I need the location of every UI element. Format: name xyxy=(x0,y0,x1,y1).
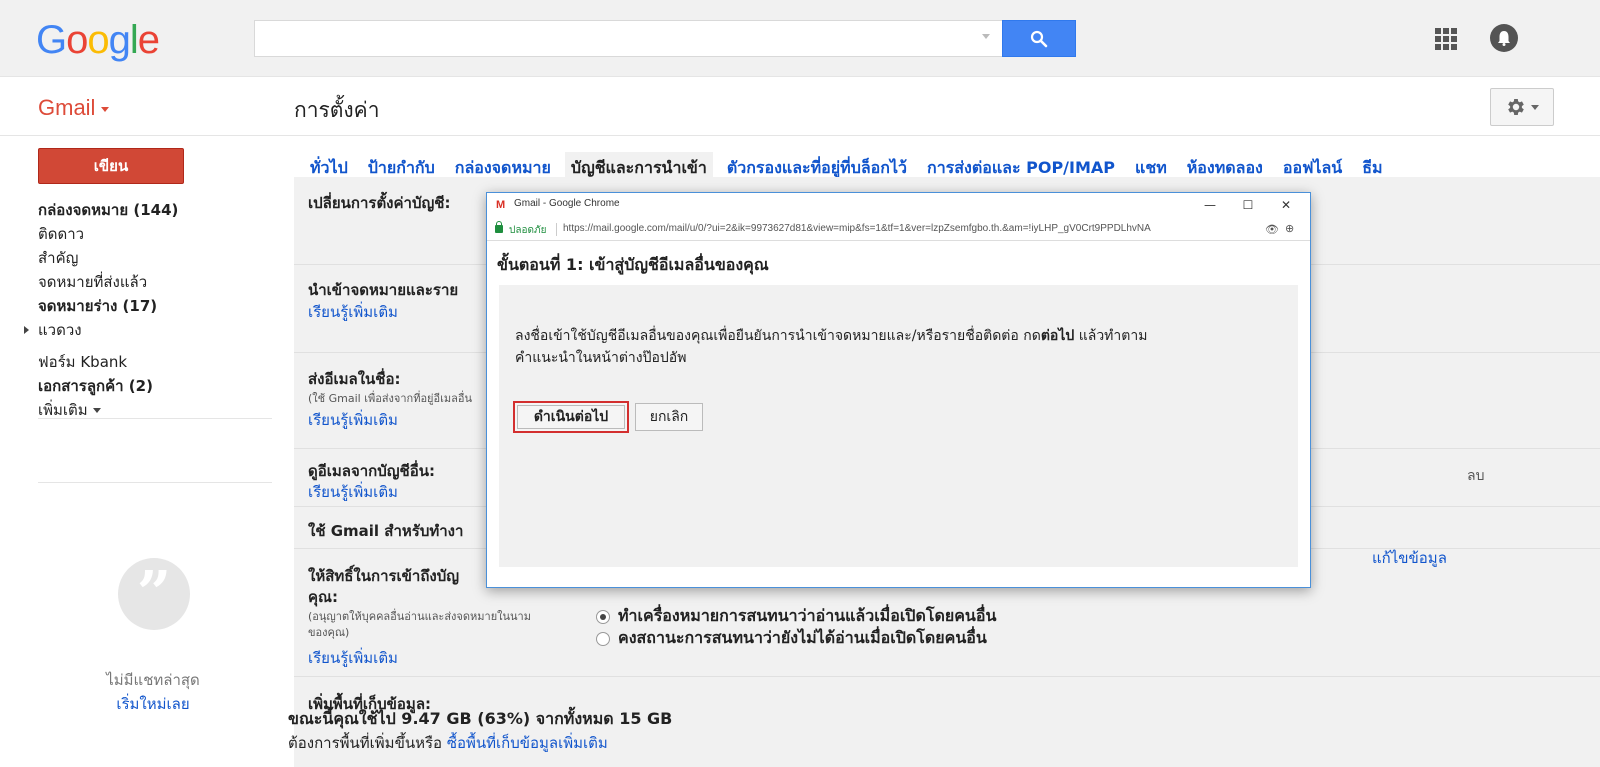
chevron-down-icon xyxy=(92,408,101,413)
popup-heading: ขั้นตอนที่ 1: เข้าสู่บัญชีอีเมลอื่นของคุ… xyxy=(497,255,769,274)
learn-more-link[interactable]: เรียนรู้เพิ่มเติม xyxy=(308,408,398,432)
gear-icon xyxy=(1508,99,1524,115)
learn-more-link[interactable]: เรียนรู้เพิ่มเติม xyxy=(308,300,398,324)
divider xyxy=(38,482,272,483)
learn-more-link[interactable]: เรียนรู้เพิ่มเติม xyxy=(308,480,398,504)
chevron-down-icon xyxy=(101,106,110,112)
radio-unselected-icon xyxy=(596,631,610,646)
minimize-icon: — xyxy=(1204,198,1216,212)
popup-titlebar[interactable]: M Gmail - Google Chrome — ☐ ✕ xyxy=(487,193,1310,219)
row-title: นำเข้าจดหมายและราย xyxy=(308,281,459,299)
gmail-favicon-icon: M xyxy=(496,199,506,211)
folder-sent[interactable]: จดหมายที่ส่งแล้ว xyxy=(38,270,268,294)
lock-icon xyxy=(495,221,503,233)
secure-label: ปลอดภัย xyxy=(509,225,547,236)
row-title: ส่งอีเมลในชื่อ: xyxy=(308,370,401,388)
storage-upgrade-text: ต้องการพื้นที่เพิ่มขึ้นหรือ ซื้อพื้นที่เ… xyxy=(288,734,608,752)
continue-button[interactable]: ดำเนินต่อไป xyxy=(513,401,629,433)
divider xyxy=(38,418,272,419)
close-window-button[interactable]: ✕ xyxy=(1271,195,1301,215)
account-icon[interactable] xyxy=(1490,24,1518,52)
popup-address-bar[interactable]: ปลอดภัย https://mail.google.com/mail/u/0… xyxy=(487,219,1310,241)
search-icon xyxy=(1030,30,1048,47)
popup-description: ลงชื่อเข้าใช้บัญชีอีเมลอื่นของคุณเพื่อยื… xyxy=(515,328,1148,344)
maximize-button[interactable]: ☐ xyxy=(1233,195,1263,215)
chevron-down-icon xyxy=(1531,104,1539,110)
folder-inbox[interactable]: กล่องจดหมาย (144) xyxy=(38,198,268,222)
folder-starred[interactable]: ติดดาว xyxy=(38,222,268,246)
hangouts-quote-icon: ” xyxy=(118,558,190,630)
popup-description: คำแนะนำในหน้าต่างป๊อปอัพ xyxy=(515,350,687,366)
start-new-chat-link[interactable]: เริ่มใหม่เลย xyxy=(38,692,268,716)
popup-url[interactable]: https://mail.google.com/mail/u/0/?ui=2&i… xyxy=(563,223,1253,234)
import-popup-window: M Gmail - Google Chrome — ☐ ✕ ปลอดภัย ht… xyxy=(486,192,1311,588)
folder-list: กล่องจดหมาย (144) ติดดาว สำคัญ จดหมายที่… xyxy=(24,198,268,422)
row-title: ใช้ Gmail สำหรับทำงา xyxy=(308,522,464,540)
settings-gear-button[interactable] xyxy=(1490,88,1554,126)
folder-drafts[interactable]: จดหมายร่าง (17) xyxy=(38,294,268,318)
edit-info-link[interactable]: แก้ไขข้อมูล xyxy=(1372,546,1447,570)
delete-link[interactable]: ลบ xyxy=(1467,465,1484,487)
row-title: คุณ: xyxy=(308,588,338,606)
google-logo[interactable]: Google xyxy=(36,18,160,63)
gmail-menu[interactable]: Gmail xyxy=(38,95,110,121)
no-recent-chat-text: ไม่มีแชทล่าสุด xyxy=(106,671,200,689)
page-title: การตั้งค่า xyxy=(294,98,380,122)
close-icon: ✕ xyxy=(1280,198,1292,212)
row-note: (ใช้ Gmail เพื่อส่งจากที่อยู่อีเมลอื่น xyxy=(308,392,472,405)
folder-circles[interactable]: แวดวง xyxy=(24,318,268,342)
row-note: (อนุญาตให้บุคคลอื่นอ่านและส่งจดหมายในนาม xyxy=(308,610,531,623)
divider xyxy=(0,135,1600,136)
popup-body: ลงชื่อเข้าใช้บัญชีอีเมลอื่นของคุณเพื่อยื… xyxy=(499,285,1298,567)
maximize-icon: ☐ xyxy=(1242,198,1254,212)
folder-kbank-form[interactable]: ฟอร์ม Kbank xyxy=(38,350,268,374)
search-options-caret-icon[interactable] xyxy=(982,34,990,39)
row-title: เปลี่ยนการตั้งค่าบัญชี: xyxy=(308,194,451,212)
compose-button[interactable]: เขียน xyxy=(38,148,184,184)
radio-selected-icon xyxy=(596,609,610,624)
folder-important[interactable]: สำคัญ xyxy=(38,246,268,270)
popup-window-title: Gmail - Google Chrome xyxy=(514,198,620,209)
keep-unread-radio[interactable]: คงสถานะการสนทนาว่ายังไม่ได้อ่านเมื่อเปิด… xyxy=(596,626,987,651)
expand-arrow-icon[interactable] xyxy=(24,326,29,334)
cancel-button[interactable]: ยกเลิก xyxy=(635,403,703,431)
storage-usage-text: ขณะนี้คุณใช้ไป 9.47 GB (63%) จากทั้งหมด … xyxy=(288,709,673,728)
bell-icon xyxy=(1498,31,1510,46)
zoom-icon[interactable]: ⊕ xyxy=(1285,222,1294,235)
minimize-button[interactable]: — xyxy=(1195,195,1225,215)
search-button[interactable] xyxy=(1002,20,1076,57)
row-note: ของคุณ) xyxy=(308,626,350,639)
learn-more-link[interactable]: เรียนรู้เพิ่มเติม xyxy=(308,646,398,670)
top-bar: Google xyxy=(0,0,1600,77)
search-input[interactable] xyxy=(254,20,1002,57)
eye-icon[interactable]: 👁 xyxy=(1265,223,1279,236)
divider xyxy=(556,223,557,236)
apps-grid-icon[interactable] xyxy=(1435,28,1457,50)
buy-storage-link[interactable]: ซื้อพื้นที่เก็บข้อมูลเพิ่มเติม xyxy=(447,734,608,752)
folder-customer-docs[interactable]: เอกสารลูกค้า (2) xyxy=(38,374,268,398)
